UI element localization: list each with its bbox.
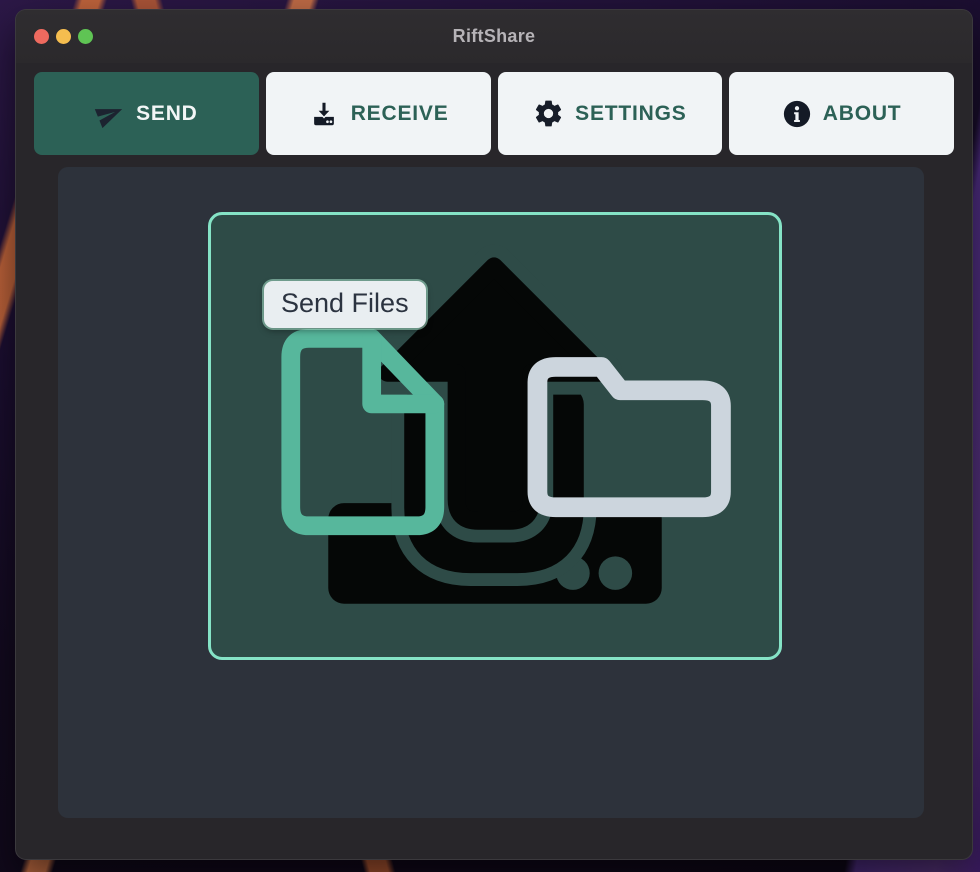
- tab-receive[interactable]: RECEIVE: [266, 72, 491, 155]
- zoom-button[interactable]: [78, 29, 93, 44]
- close-button[interactable]: [34, 29, 49, 44]
- desktop-wallpaper: RiftShare SEND: [0, 0, 980, 872]
- tab-settings-label: SETTINGS: [575, 102, 686, 126]
- tab-send[interactable]: SEND: [34, 72, 259, 155]
- tab-receive-label: RECEIVE: [351, 102, 449, 126]
- send-files-dropzone[interactable]: Send Files: [208, 212, 782, 660]
- tab-about-label: ABOUT: [823, 102, 902, 126]
- send-files-label: Send Files: [264, 281, 426, 328]
- tab-settings[interactable]: SETTINGS: [498, 72, 723, 155]
- tab-bar: SEND RECEIVE: [16, 63, 972, 156]
- paper-plane-icon: [95, 99, 125, 129]
- minimize-button[interactable]: [56, 29, 71, 44]
- riftshare-window: RiftShare SEND: [15, 9, 973, 860]
- tab-send-label: SEND: [136, 102, 198, 126]
- window-title: RiftShare: [453, 26, 536, 47]
- title-bar: RiftShare: [16, 10, 972, 63]
- traffic-light-buttons: [16, 10, 93, 63]
- send-content-panel: Send Files: [58, 167, 924, 818]
- tab-about[interactable]: ABOUT: [729, 72, 954, 155]
- gear-icon: [533, 98, 564, 129]
- info-icon: [782, 99, 812, 129]
- download-icon: [308, 98, 340, 130]
